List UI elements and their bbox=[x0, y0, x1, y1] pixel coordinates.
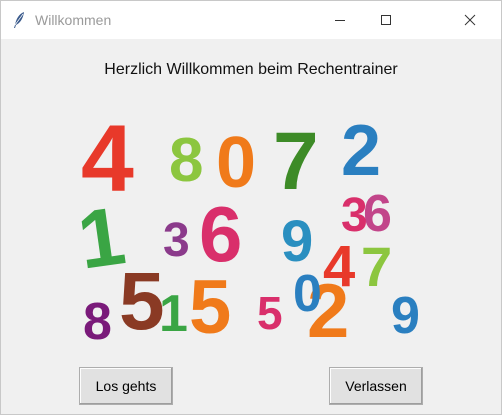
title-bar[interactable]: Willkommen bbox=[1, 1, 501, 39]
minimize-icon bbox=[335, 20, 345, 21]
feather-icon bbox=[14, 12, 24, 28]
digit-8: 8 bbox=[169, 126, 203, 195]
app-window: Willkommen Herzlich Willkommen beim Rech… bbox=[0, 0, 502, 415]
digit-1-small: 1 bbox=[159, 285, 188, 343]
digit-9-blue: 9 bbox=[391, 287, 420, 345]
window-title: Willkommen bbox=[35, 12, 112, 28]
digit-5-orange: 5 bbox=[189, 265, 231, 350]
digit-2-blue: 0 bbox=[293, 265, 322, 323]
close-button[interactable] bbox=[447, 1, 493, 39]
digit-7-green: 7 bbox=[361, 235, 392, 298]
digit-2: 2 bbox=[341, 111, 381, 191]
minimize-button[interactable] bbox=[317, 1, 363, 39]
quit-button[interactable]: Verlassen bbox=[329, 367, 423, 405]
digit-3: 3 bbox=[163, 214, 190, 267]
digit-7: 7 bbox=[273, 116, 319, 207]
start-button[interactable]: Los gehts bbox=[79, 367, 173, 405]
numbers-illustration: 4 8 0 7 2 1 3 6 9 6 3 5 4 8 5 1 5 2 0 7 … bbox=[73, 111, 420, 351]
welcome-heading: Herzlich Willkommen beim Rechentrainer bbox=[104, 61, 398, 78]
maximize-button[interactable] bbox=[363, 1, 409, 39]
digit-8-small: 8 bbox=[83, 293, 112, 351]
digit-2-small: 5 bbox=[257, 287, 283, 339]
close-icon bbox=[464, 14, 476, 26]
digit-5: 5 bbox=[119, 256, 165, 347]
maximize-icon bbox=[381, 15, 391, 25]
